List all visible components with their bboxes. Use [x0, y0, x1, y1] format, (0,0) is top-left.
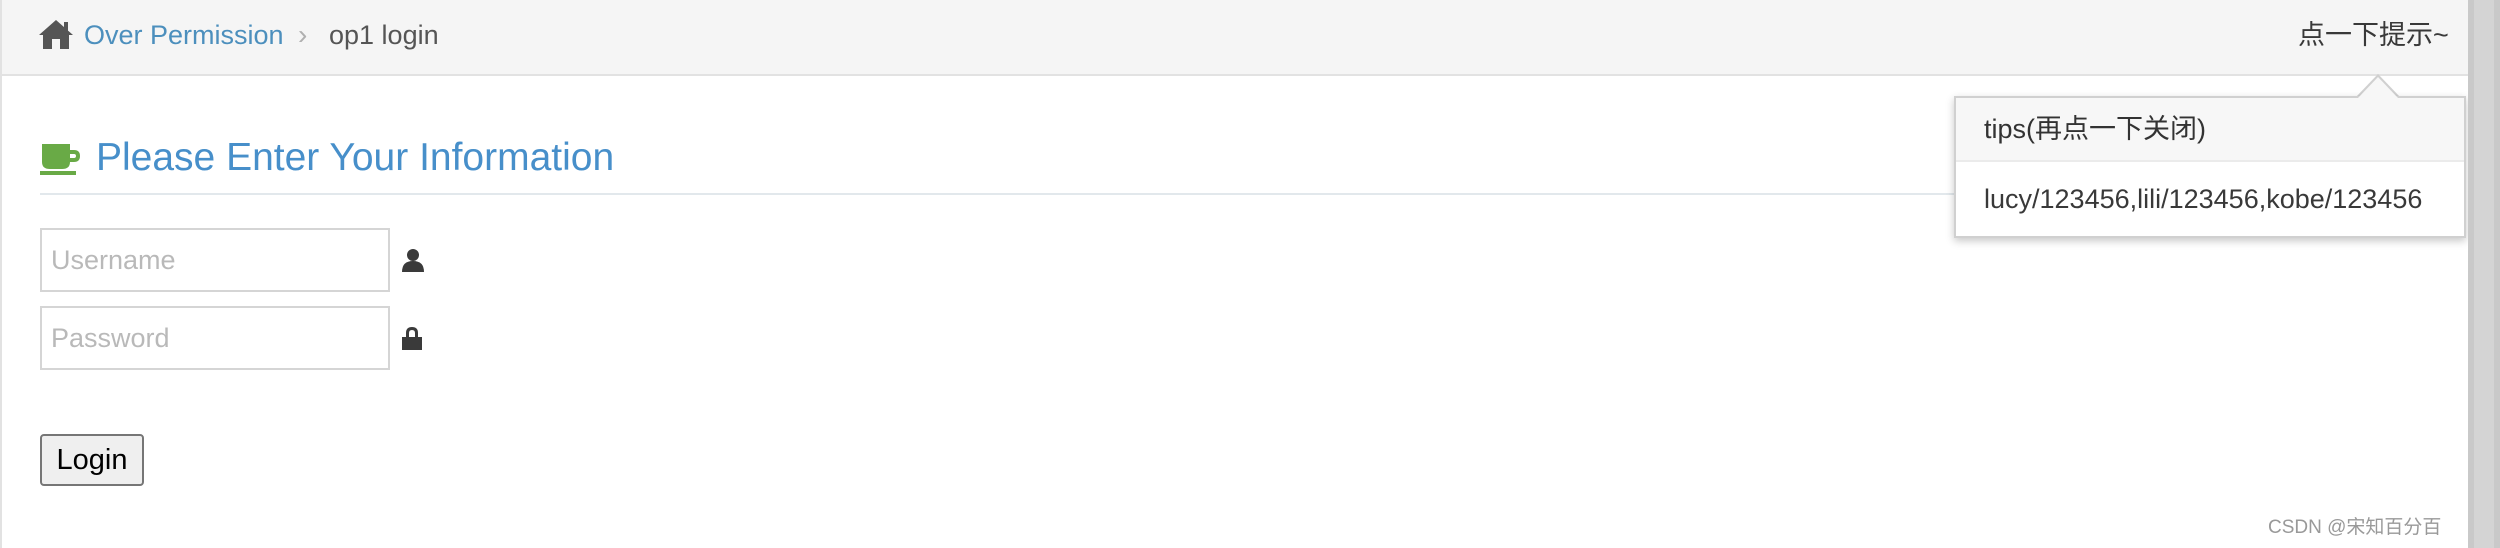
hint-toggle-link[interactable]: 点一下提示~ — [2298, 17, 2449, 53]
left-border — [0, 0, 2, 548]
page: Over Permission › op1 login 点一下提示~ Pleas… — [0, 0, 2500, 548]
watermark: CSDN @宋知百分百 — [2268, 517, 2442, 538]
popover-title[interactable]: tips(再点一下关闭) — [1956, 98, 2464, 162]
breadcrumb-link-over-permission[interactable]: Over Permission — [84, 17, 284, 53]
popover-content: lucy/123456,lili/123456,kobe/123456 — [1984, 184, 2423, 214]
vertical-scrollbar[interactable] — [2468, 0, 2500, 548]
lock-icon — [402, 327, 422, 350]
username-input[interactable] — [40, 228, 390, 292]
scrollbar-thumb[interactable] — [2474, 0, 2494, 548]
coffee-cup-icon — [40, 144, 80, 175]
page-title: Please Enter Your Information — [96, 136, 615, 179]
password-input[interactable] — [40, 306, 390, 370]
breadcrumb: Over Permission › op1 login 点一下提示~ — [2, 0, 2468, 76]
user-icon — [402, 249, 424, 272]
login-button[interactable]: Login — [40, 434, 144, 486]
tips-popover: tips(再点一下关闭) lucy/123456,lili/123456,kob… — [1954, 96, 2466, 238]
popover-arrow-inner — [2358, 77, 2398, 98]
breadcrumb-current: op1 login — [329, 20, 439, 50]
home-icon[interactable] — [38, 18, 74, 50]
breadcrumb-separator: › — [298, 19, 308, 50]
